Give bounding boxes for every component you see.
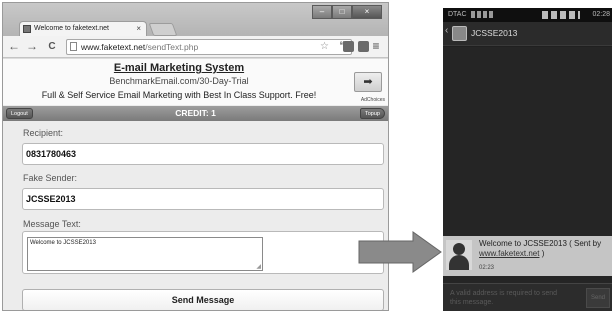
phone-screen: DTAC 02:28 ‹ JCSSE2013 Welcome to JCSSE2… bbox=[443, 8, 612, 311]
browser-window: Welcome to faketext.net × – □ × ← → C ww… bbox=[2, 2, 389, 311]
page-viewport: E-mail Marketing System BenchmarkEmail.c… bbox=[3, 59, 388, 310]
browser-menu-icon[interactable]: ≡ bbox=[370, 39, 382, 53]
credit-bar: Logout CREDIT: 1 Topup bbox=[3, 106, 388, 121]
tab-strip: Welcome to faketext.net × – □ × bbox=[3, 3, 388, 36]
url-path: /sendText.php bbox=[145, 42, 199, 52]
ad-banner[interactable]: E-mail Marketing System BenchmarkEmail.c… bbox=[3, 59, 388, 105]
flow-arrow-icon bbox=[358, 231, 442, 273]
conversation-header: ‹ JCSSE2013 bbox=[443, 22, 612, 46]
ad-arrow-button[interactable]: ➡ bbox=[354, 72, 382, 92]
favicon-icon bbox=[23, 25, 31, 33]
forward-button[interactable]: → bbox=[25, 39, 39, 54]
signal-battery-icon bbox=[542, 11, 580, 19]
ad-url[interactable]: BenchmarkEmail.com/30-Day-Trial bbox=[3, 76, 355, 86]
compose-bar: A valid address is required to send this… bbox=[443, 283, 612, 311]
recipient-label: Recipient: bbox=[23, 128, 64, 138]
maximize-button[interactable]: □ bbox=[332, 5, 352, 19]
notification-icons bbox=[471, 11, 493, 18]
message-link[interactable]: www.faketext.net bbox=[479, 249, 539, 258]
ad-description: Full & Self Service Email Marketing with… bbox=[41, 90, 317, 100]
back-button[interactable]: ← bbox=[7, 39, 21, 54]
contact-name: JCSSE2013 bbox=[471, 28, 518, 38]
message-content: Welcome to JCSSE2013 ( Sent by bbox=[479, 239, 602, 248]
bookmark-star-icon[interactable]: ☆ bbox=[320, 40, 329, 54]
browser-tab[interactable]: Welcome to faketext.net × bbox=[19, 21, 147, 36]
sender-avatar-icon bbox=[446, 240, 472, 270]
carrier-label: DTAC bbox=[448, 11, 467, 18]
send-message-button[interactable]: Send Message bbox=[22, 289, 384, 310]
address-bar[interactable]: www.faketext.net/sendText.php ☆ ❝ bbox=[66, 39, 352, 55]
compose-send-button[interactable]: Send bbox=[586, 288, 610, 308]
extension-icon-2[interactable] bbox=[358, 41, 369, 52]
sender-label: Fake Sender: bbox=[23, 173, 78, 183]
message-container: Welcome to JCSSE2013 ◢ bbox=[22, 231, 384, 274]
ad-title[interactable]: E-mail Marketing System bbox=[3, 62, 355, 74]
message-label: Message Text: bbox=[23, 219, 81, 229]
message-textarea[interactable]: Welcome to JCSSE2013 ◢ bbox=[27, 237, 263, 271]
resize-grip-icon[interactable]: ◢ bbox=[256, 263, 261, 270]
url-domain: www.faketext.net bbox=[81, 42, 146, 52]
recipient-input[interactable]: 0831780463 bbox=[22, 143, 384, 165]
message-body: Welcome to JCSSE2013 ( Sent by www.faket… bbox=[479, 239, 610, 259]
new-tab-button[interactable] bbox=[148, 23, 178, 36]
compose-input[interactable]: A valid address is required to send this… bbox=[450, 289, 568, 307]
tab-close-icon[interactable]: × bbox=[136, 22, 141, 36]
topup-button[interactable]: Topup bbox=[360, 108, 385, 119]
minimize-button[interactable]: – bbox=[312, 5, 332, 19]
fake-sender-input[interactable]: JCSSE2013 bbox=[22, 188, 384, 210]
message-bubble[interactable]: Welcome to JCSSE2013 ( Sent by www.faket… bbox=[443, 236, 612, 276]
ad-choices-label[interactable]: AdChoices bbox=[361, 97, 385, 103]
status-time: 02:28 bbox=[592, 11, 610, 18]
tab-title: Welcome to faketext.net bbox=[34, 25, 109, 32]
browser-toolbar: ← → C www.faketext.net/sendText.php ☆ ❝ … bbox=[3, 36, 388, 58]
page-icon bbox=[70, 42, 77, 51]
reload-button[interactable]: C bbox=[45, 39, 59, 54]
contact-avatar[interactable] bbox=[452, 26, 467, 41]
extension-icon[interactable] bbox=[343, 41, 354, 52]
close-window-button[interactable]: × bbox=[352, 5, 382, 19]
status-bar: DTAC 02:28 bbox=[443, 8, 612, 22]
message-suffix: ) bbox=[539, 249, 545, 258]
message-time: 02:23 bbox=[479, 265, 495, 271]
credit-text: CREDIT: 1 bbox=[175, 108, 216, 118]
logout-button[interactable]: Logout bbox=[6, 108, 33, 119]
window-controls: – □ × bbox=[312, 5, 382, 19]
message-text: Welcome to JCSSE2013 bbox=[30, 240, 96, 246]
back-chevron-icon[interactable]: ‹ bbox=[445, 25, 448, 36]
